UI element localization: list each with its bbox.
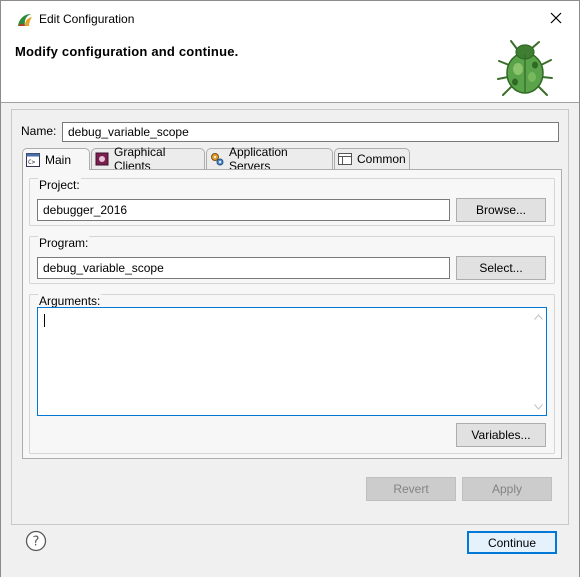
arguments-group: Arguments: Variables... bbox=[29, 294, 555, 454]
svg-text:C>: C> bbox=[28, 159, 36, 166]
configuration-panel: Name: debug_variable_scope C> Main Graph… bbox=[11, 109, 569, 525]
program-label: Program: bbox=[38, 236, 90, 250]
close-icon bbox=[550, 12, 562, 27]
project-group: Project: debugger_2016 Browse... bbox=[29, 178, 555, 226]
dialog-body: Name: debug_variable_scope C> Main Graph… bbox=[1, 103, 579, 577]
project-label: Project: bbox=[38, 178, 81, 192]
app-logo-icon bbox=[16, 11, 34, 29]
debug-bug-icon bbox=[495, 37, 555, 101]
tab-label: Main bbox=[45, 152, 72, 167]
browse-button[interactable]: Browse... bbox=[456, 198, 546, 222]
close-button[interactable] bbox=[541, 7, 571, 31]
revert-button[interactable]: Revert bbox=[366, 477, 456, 501]
tab-common[interactable]: Common bbox=[334, 148, 410, 169]
variables-button[interactable]: Variables... bbox=[456, 423, 546, 447]
header-banner: Modify configuration and continue. bbox=[1, 35, 579, 103]
text-caret bbox=[44, 314, 45, 327]
name-field[interactable]: debug_variable_scope bbox=[62, 122, 559, 142]
svg-text:?: ? bbox=[33, 535, 40, 550]
scroll-down-icon[interactable] bbox=[530, 398, 547, 415]
banner-heading: Modify configuration and continue. bbox=[15, 44, 239, 59]
continue-button[interactable]: Continue bbox=[467, 531, 557, 554]
edit-configuration-dialog: Edit Configuration Modify configuration … bbox=[0, 0, 580, 577]
select-button[interactable]: Select... bbox=[456, 256, 546, 280]
tab-graphical-clients[interactable]: Graphical Clients bbox=[91, 145, 205, 173]
arguments-label: Arguments: bbox=[38, 294, 102, 308]
arguments-textarea[interactable] bbox=[37, 307, 547, 416]
tab-main[interactable]: C> Main bbox=[22, 148, 90, 170]
main-tab-content: Project: debugger_2016 Browse... Program… bbox=[22, 169, 562, 459]
tab-application-servers[interactable]: Application Servers bbox=[206, 145, 333, 173]
window-title: Edit Configuration bbox=[39, 12, 135, 26]
program-field[interactable]: debug_variable_scope bbox=[37, 257, 450, 279]
main-tab-icon: C> bbox=[26, 152, 40, 167]
tab-label: Common bbox=[357, 152, 406, 166]
scroll-up-icon[interactable] bbox=[530, 308, 547, 325]
common-icon bbox=[338, 152, 352, 166]
application-servers-icon bbox=[210, 152, 224, 166]
title-bar: Edit Configuration bbox=[1, 1, 579, 35]
graphical-clients-icon bbox=[95, 152, 109, 166]
tab-bar: C> Main Graphical Clients Application Se… bbox=[22, 145, 562, 173]
program-group: Program: debug_variable_scope Select... bbox=[29, 236, 555, 284]
arguments-scrollbar[interactable] bbox=[529, 308, 546, 415]
project-field[interactable]: debugger_2016 bbox=[37, 199, 450, 221]
apply-button[interactable]: Apply bbox=[462, 477, 552, 501]
help-icon[interactable]: ? bbox=[25, 530, 47, 552]
name-label: Name: bbox=[21, 124, 57, 138]
